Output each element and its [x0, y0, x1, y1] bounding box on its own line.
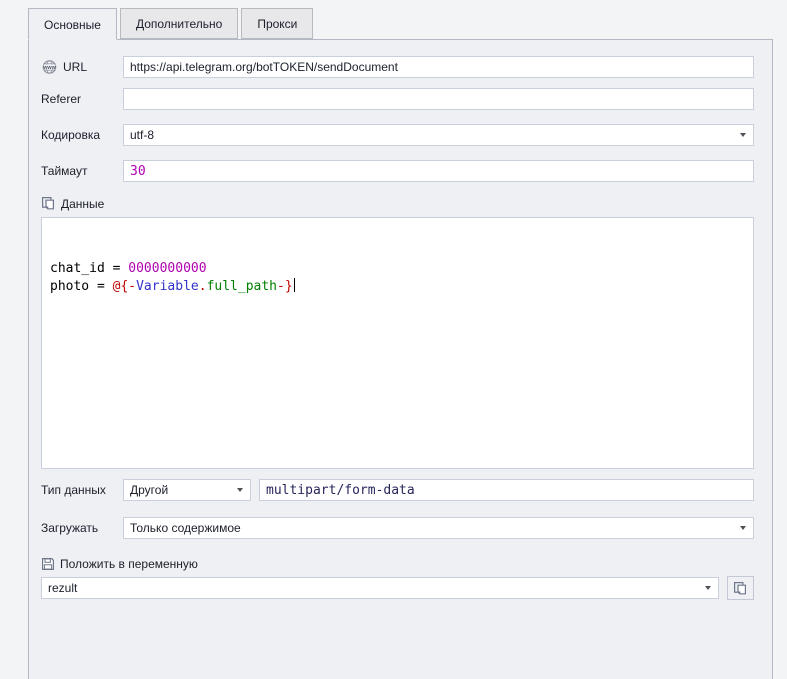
load-mode-row: Загружать Только содержимое	[41, 517, 754, 539]
encoding-select[interactable]: utf-8	[123, 124, 754, 146]
url-label: URL	[63, 60, 87, 74]
tab-panel-main: www URL https://api.telegram.org/botTOKE…	[28, 39, 773, 679]
data-type-select[interactable]: Другой	[123, 479, 251, 501]
encoding-value: utf-8	[130, 128, 733, 142]
data-section-label: Данные	[61, 197, 104, 211]
timeout-row: Таймаут	[41, 160, 754, 182]
data-type-row: Тип данных Другой	[41, 479, 754, 501]
referer-row: Referer	[41, 88, 754, 110]
data-type-label: Тип данных	[41, 483, 106, 497]
chevron-down-icon	[740, 133, 746, 137]
timeout-input[interactable]	[123, 160, 754, 182]
content-type-input[interactable]	[259, 479, 754, 501]
load-mode-value: Только содержимое	[130, 521, 733, 535]
load-mode-select[interactable]: Только содержимое	[123, 517, 754, 539]
referer-label: Referer	[41, 92, 81, 106]
data-section-header: Данные	[41, 196, 754, 211]
load-mode-label: Загружать	[41, 521, 98, 535]
chevron-down-icon	[237, 488, 243, 492]
globe-www-icon: www	[41, 59, 58, 75]
data-type-value: Другой	[130, 483, 230, 497]
copy-result-button[interactable]	[727, 576, 754, 600]
result-section-label: Положить в переменную	[60, 557, 198, 571]
encoding-label: Кодировка	[41, 128, 100, 142]
copy-pages-icon	[733, 581, 748, 596]
tab-additional[interactable]: Дополнительно	[120, 8, 238, 39]
tab-main[interactable]: Основные	[28, 8, 117, 40]
save-floppy-icon	[41, 557, 55, 571]
result-variable-select[interactable]: rezult	[41, 577, 719, 599]
data-code: chat_id = 0000000000photo = @{-Variable.…	[50, 260, 751, 296]
url-textarea[interactable]: https://api.telegram.org/botTOKEN/sendDo…	[123, 56, 754, 78]
timeout-label: Таймаут	[41, 164, 87, 178]
data-textarea[interactable]: chat_id = 0000000000photo = @{-Variable.…	[41, 217, 754, 469]
tab-bar: Основные Дополнительно Прокси	[28, 8, 787, 39]
url-row: www URL https://api.telegram.org/botTOKE…	[41, 56, 754, 78]
result-section-header: Положить в переменную	[41, 557, 754, 571]
chevron-down-icon	[740, 526, 746, 530]
chevron-down-icon	[705, 586, 711, 590]
result-row: rezult	[41, 576, 754, 600]
http-request-dialog: Основные Дополнительно Прокси www	[0, 0, 787, 679]
referer-input[interactable]	[123, 88, 754, 110]
svg-text:www: www	[42, 65, 56, 71]
tab-proxy[interactable]: Прокси	[241, 8, 313, 39]
copy-pages-icon	[41, 196, 56, 211]
result-variable-value: rezult	[48, 581, 698, 595]
encoding-row: Кодировка utf-8	[41, 124, 754, 146]
